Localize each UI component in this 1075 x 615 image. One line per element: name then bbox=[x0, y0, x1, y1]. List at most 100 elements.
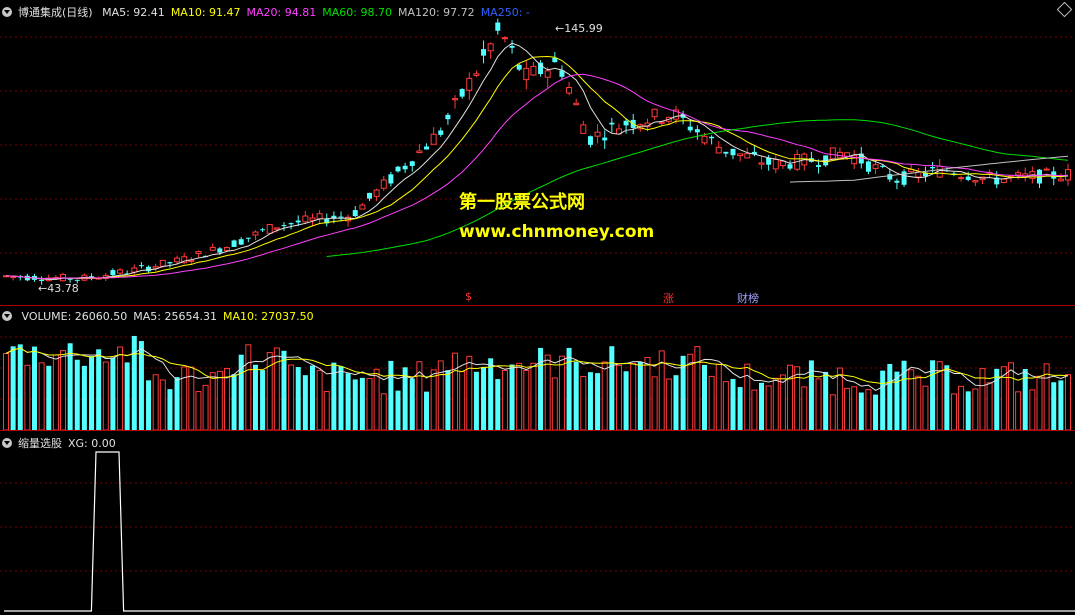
volume-bar bbox=[1007, 362, 1014, 430]
candle bbox=[89, 273, 95, 281]
volume-bar bbox=[623, 371, 629, 430]
volume-bar bbox=[694, 346, 701, 430]
volume-bar bbox=[146, 380, 152, 430]
candle bbox=[865, 160, 871, 175]
price-ma-label-3: MA60: 98.70 bbox=[322, 6, 392, 19]
candle bbox=[580, 120, 587, 134]
volume-bar bbox=[245, 344, 252, 430]
volume-bar bbox=[1065, 374, 1071, 430]
candle bbox=[260, 227, 266, 233]
volume-bar bbox=[972, 388, 979, 430]
volume-bar bbox=[737, 387, 743, 430]
collapse-icon[interactable] bbox=[2, 438, 12, 448]
volume-bar bbox=[722, 381, 729, 430]
volume-bar bbox=[159, 379, 166, 430]
volume-bar bbox=[359, 377, 365, 430]
event-mark-dividend[interactable]: $ bbox=[465, 290, 472, 303]
candle bbox=[1022, 167, 1029, 182]
candle bbox=[1065, 163, 1071, 186]
candle bbox=[687, 119, 693, 133]
indicator-chart-pane[interactable]: 缩量选股 XG: 0.00 bbox=[0, 431, 1075, 615]
volume-bar bbox=[24, 364, 31, 430]
volume-bar bbox=[52, 354, 59, 430]
volume-bar bbox=[858, 392, 864, 430]
volume-chart-pane[interactable]: VOLUME: 26060.50 MA5: 25654.31 MA10: 27037… bbox=[0, 306, 1075, 430]
volume-bar bbox=[67, 343, 73, 430]
volume-bar bbox=[231, 374, 237, 430]
volume-bar bbox=[851, 386, 858, 430]
volume-bar bbox=[266, 352, 273, 430]
indicator-name: 缩量选股 bbox=[18, 437, 62, 450]
volume-chart bbox=[0, 335, 1075, 430]
candle bbox=[373, 188, 380, 202]
candle bbox=[1043, 167, 1050, 171]
candle bbox=[17, 274, 23, 281]
volume-bar bbox=[252, 364, 258, 430]
candle bbox=[922, 166, 928, 182]
volume-bar bbox=[110, 357, 116, 430]
volume-bar bbox=[637, 361, 643, 430]
volume-bar bbox=[445, 370, 451, 430]
volume-bar bbox=[715, 363, 722, 430]
volume-bar bbox=[352, 379, 358, 430]
collapse-icon[interactable] bbox=[2, 7, 12, 17]
candle bbox=[10, 275, 17, 281]
volume-bar bbox=[1036, 375, 1043, 430]
price-chart-pane[interactable]: ←145.99 ←43.78 博通集成(日线) MA5: 92.41 MA10: 9… bbox=[0, 0, 1075, 305]
candle bbox=[737, 153, 744, 162]
volume-bar bbox=[958, 385, 965, 430]
volume-bar bbox=[74, 359, 80, 430]
watermark-title: 第一股票公式网 bbox=[459, 192, 585, 213]
volume-bar bbox=[580, 375, 587, 430]
volume-bar bbox=[167, 389, 173, 430]
volume-bar bbox=[174, 377, 180, 430]
candle bbox=[559, 65, 565, 81]
volume-bar bbox=[260, 370, 266, 430]
candle bbox=[566, 81, 573, 96]
volume-bar bbox=[131, 335, 137, 430]
volume-bar bbox=[373, 368, 380, 430]
volume-bar bbox=[915, 375, 922, 430]
volume-bar bbox=[887, 363, 893, 430]
volume-bar bbox=[124, 362, 130, 430]
xg-signal-line bbox=[4, 451, 1075, 612]
candle bbox=[709, 135, 715, 145]
volume-bar bbox=[994, 368, 1000, 430]
candle bbox=[209, 243, 216, 251]
event-mark-financial[interactable]: 财榜 bbox=[737, 290, 759, 306]
volume-bar bbox=[815, 378, 822, 430]
stock-name: 博通集成(日线) bbox=[18, 6, 93, 19]
volume-bar bbox=[46, 365, 52, 430]
price-ma-label-5: MA250: - bbox=[480, 6, 530, 19]
candle bbox=[530, 61, 537, 76]
collapse-icon[interactable] bbox=[2, 311, 12, 321]
candle bbox=[302, 211, 309, 225]
candle bbox=[309, 213, 316, 226]
volume-bar bbox=[366, 378, 373, 430]
candle bbox=[481, 40, 487, 64]
event-mark-limit-up[interactable]: 涨 bbox=[663, 290, 674, 306]
candle bbox=[609, 117, 615, 133]
volume-bar bbox=[32, 346, 38, 430]
volume-bar bbox=[986, 382, 993, 430]
volume-bar bbox=[117, 346, 124, 430]
volume-bar bbox=[452, 352, 459, 430]
candle bbox=[495, 18, 501, 35]
candle bbox=[894, 178, 900, 190]
volume-bar bbox=[701, 364, 707, 430]
volume-bar bbox=[801, 386, 808, 430]
volume-bar bbox=[409, 378, 415, 430]
volume-bar bbox=[687, 353, 694, 430]
volume-bar bbox=[744, 363, 751, 430]
volume-bar bbox=[488, 358, 494, 430]
volume-bar bbox=[388, 360, 394, 430]
price-chart: ←145.99 ←43.78 bbox=[0, 18, 1075, 295]
volume-bar bbox=[459, 371, 466, 430]
volume-bar bbox=[873, 394, 879, 430]
volume-bar bbox=[437, 360, 444, 430]
volume-bar bbox=[601, 361, 608, 430]
candle bbox=[651, 108, 658, 120]
candle bbox=[587, 135, 593, 148]
volume-bar bbox=[587, 372, 593, 430]
volume-bar bbox=[60, 350, 67, 430]
